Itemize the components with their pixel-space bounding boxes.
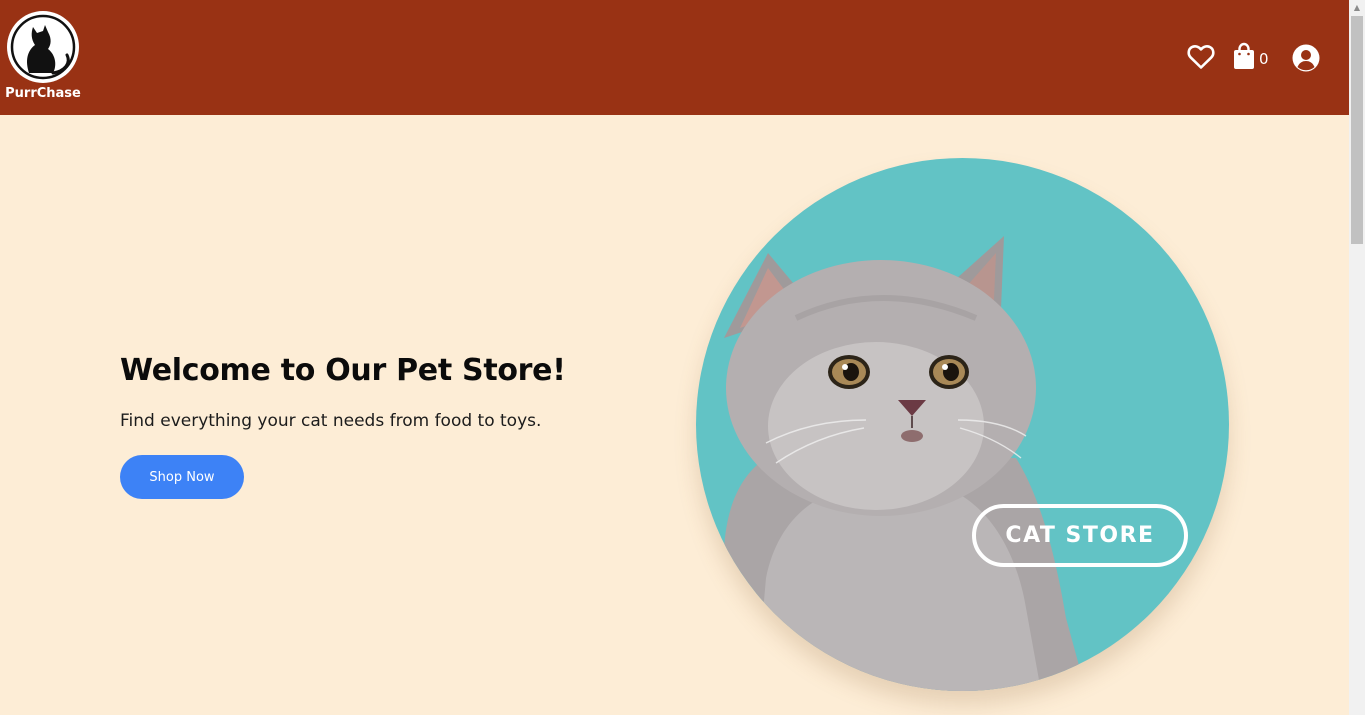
cat-silhouette-icon: [7, 11, 79, 83]
site-header: PurrChase 0: [0, 0, 1349, 115]
wishlist-button[interactable]: [1187, 42, 1217, 74]
heart-icon: [1187, 45, 1215, 69]
page-scrollbar[interactable]: ▲: [1349, 0, 1365, 715]
brand-name: PurrChase: [5, 86, 81, 101]
user-circle-icon: [1292, 44, 1320, 72]
hero-cat-image: [696, 158, 1229, 691]
scrollbar-thumb[interactable]: [1351, 16, 1363, 244]
page: PurrChase 0 Welcome to Our Pet Store! Fi…: [0, 0, 1365, 715]
shop-now-button[interactable]: Shop Now: [120, 455, 244, 499]
hero-title: Welcome to Our Pet Store!: [120, 353, 566, 388]
cart-button[interactable]: 0: [1233, 42, 1269, 74]
shopping-bag-icon: [1234, 42, 1254, 69]
brand-logo-link[interactable]: PurrChase: [5, 11, 81, 103]
cat-store-badge: CAT STORE: [972, 504, 1188, 567]
cart-count-badge: 0: [1259, 50, 1269, 68]
hero-section: Welcome to Our Pet Store! Find everythin…: [120, 352, 620, 499]
account-button[interactable]: [1292, 42, 1320, 74]
hero-subtitle: Find everything your cat needs from food…: [120, 411, 542, 431]
scroll-up-arrow-icon[interactable]: ▲: [1349, 0, 1365, 16]
